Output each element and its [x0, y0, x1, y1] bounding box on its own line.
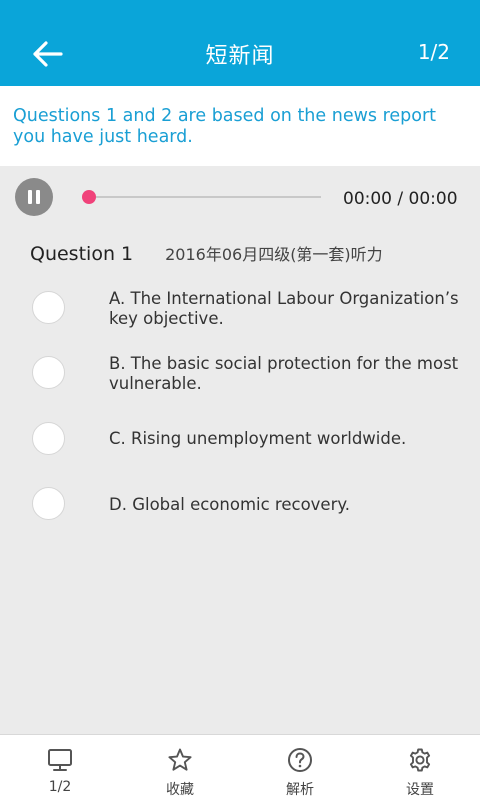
option-text: C. Rising unemployment worldwide. — [109, 429, 407, 448]
question-number: Question 1 — [30, 243, 134, 265]
option-text: A. The International Labour Organization… — [109, 289, 459, 328]
page-counter: 1/2 — [417, 40, 450, 64]
nav-item-settings[interactable]: 设置 — [360, 735, 480, 800]
nav-item-analysis[interactable]: 解析 — [240, 735, 360, 800]
option-c[interactable]: C. Rising unemployment worldwide. — [0, 420, 480, 460]
nav-label: 设置 — [406, 782, 434, 798]
gear-icon — [409, 748, 431, 772]
progress-thumb[interactable] — [82, 190, 96, 204]
nav-label: 解析 — [286, 782, 314, 798]
bottom-nav: 1/2 收藏 解析 设置 — [0, 734, 480, 800]
nav-item-favorite[interactable]: 收藏 — [120, 735, 240, 800]
option-radio[interactable] — [32, 487, 65, 520]
nav-item-page[interactable]: 1/2 — [0, 735, 120, 800]
progress-track[interactable] — [88, 196, 321, 198]
pause-bar — [36, 190, 40, 204]
nav-label: 收藏 — [166, 782, 194, 798]
help-icon — [288, 748, 312, 772]
question-header: Question 1 2016年06月四级(第一套)听力 — [30, 241, 470, 265]
option-radio[interactable] — [32, 422, 65, 455]
nav-label: 1/2 — [48, 779, 72, 795]
page-title: 短新闻 — [205, 44, 275, 69]
instructions-text: Questions 1 and 2 are based on the news … — [0, 86, 480, 166]
star-icon — [168, 748, 192, 771]
monitor-icon — [48, 749, 72, 771]
option-d[interactable]: D. Global economic recovery. — [0, 486, 480, 526]
audio-player: 00:00 / 00:00 — [0, 166, 480, 232]
option-radio[interactable] — [32, 356, 65, 389]
app: 短新闻 1/2 Questions 1 and 2 are based on t… — [0, 0, 480, 800]
option-b[interactable]: B. The basic social protection for the m… — [0, 354, 480, 404]
option-text: D. Global economic recovery. — [109, 495, 351, 514]
option-radio[interactable] — [32, 291, 65, 324]
option-text: B. The basic social protection for the m… — [109, 354, 459, 393]
option-a[interactable]: A. The International Labour Organization… — [0, 289, 480, 339]
pause-button[interactable] — [15, 178, 53, 216]
pause-bar — [28, 190, 32, 204]
question-source: 2016年06月四级(第一套)听力 — [165, 245, 383, 264]
time-display: 00:00 / 00:00 — [343, 189, 458, 209]
app-header: 短新闻 1/2 — [0, 0, 480, 86]
